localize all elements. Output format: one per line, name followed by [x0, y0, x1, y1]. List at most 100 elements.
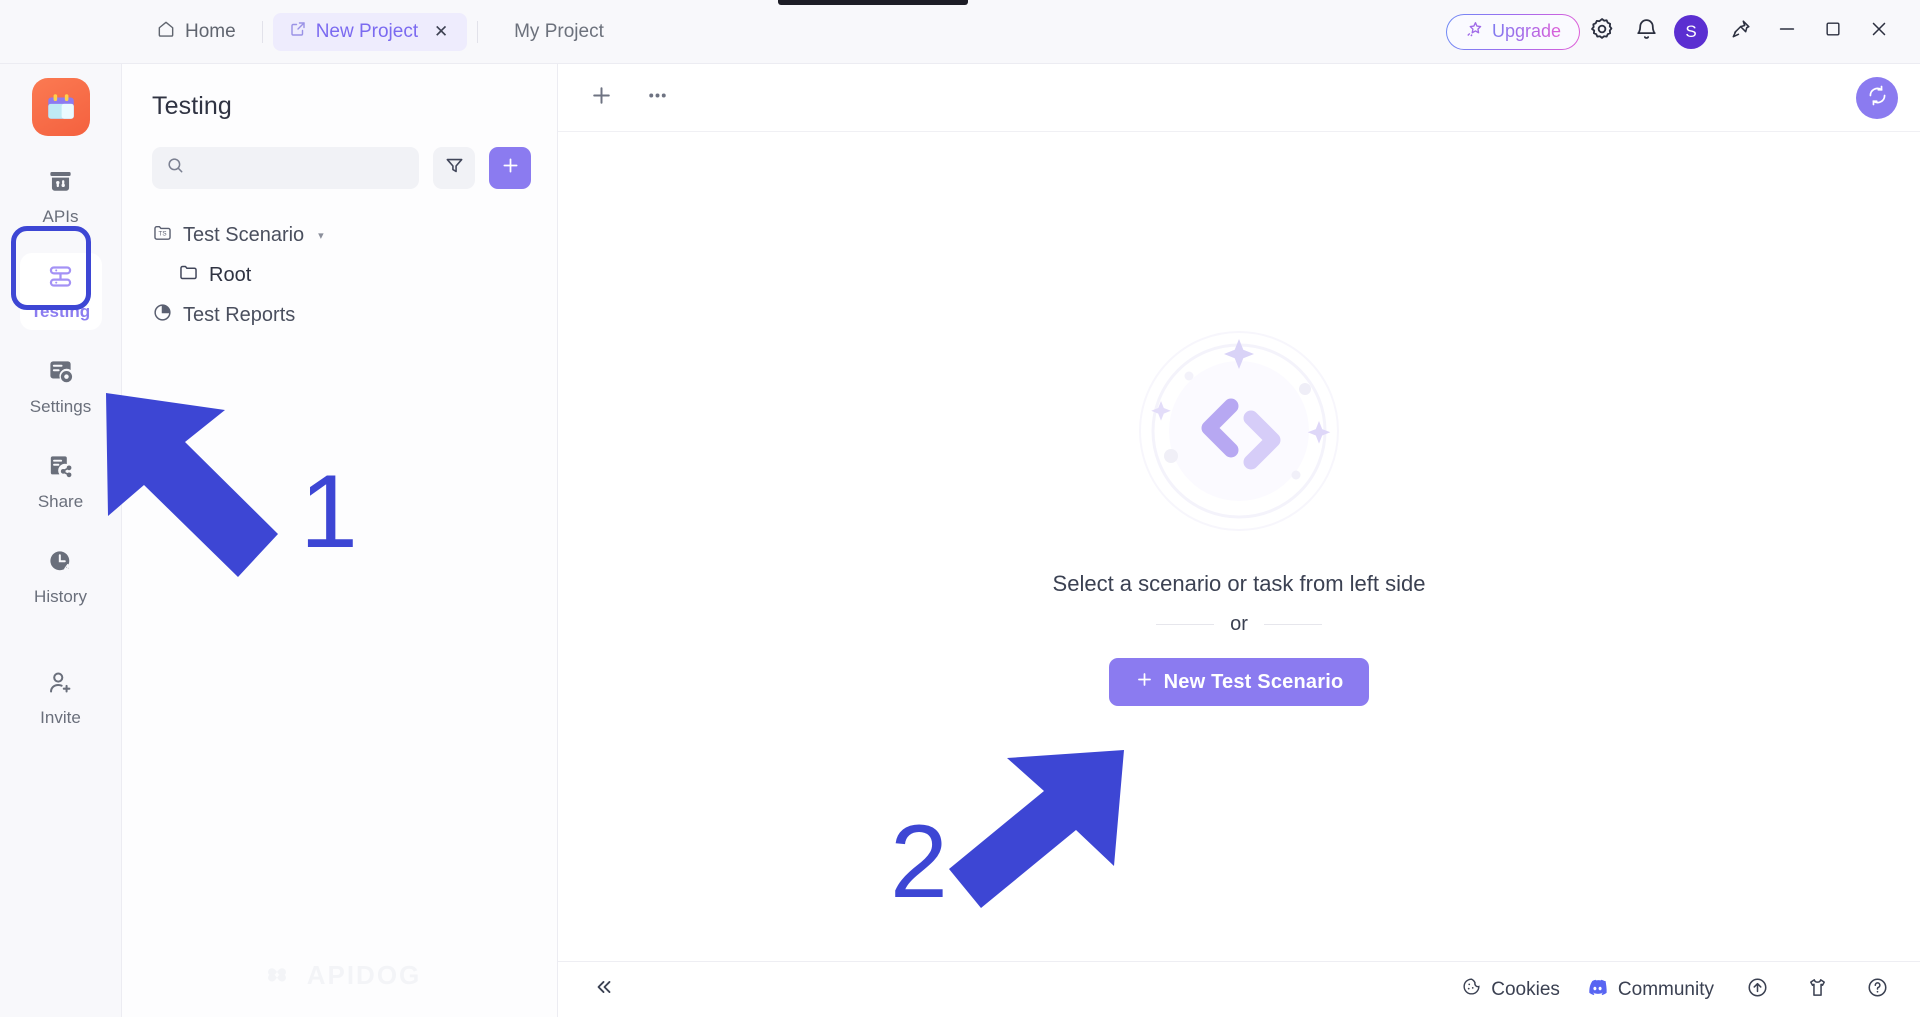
tshirt-icon: [1806, 976, 1829, 1004]
plus-icon: [589, 83, 614, 113]
collapse-panel-button[interactable]: [584, 972, 624, 1008]
community-button[interactable]: Community: [1586, 975, 1714, 1004]
search-input[interactable]: [195, 158, 405, 178]
apidog-watermark-label: APIDOG: [306, 959, 422, 990]
sync-button[interactable]: [1856, 76, 1898, 119]
cookies-label: Cookies: [1491, 978, 1560, 1000]
page-title: Testing: [152, 92, 232, 120]
main-add-button[interactable]: [580, 77, 622, 119]
svg-text:TS: TS: [158, 230, 166, 237]
minimize-icon: [1776, 18, 1798, 45]
search-box[interactable]: [152, 147, 419, 189]
rail-item-apis[interactable]: APIs: [20, 158, 102, 235]
magic-star-icon: [1465, 20, 1484, 44]
code-brackets-icon: [1139, 331, 1339, 531]
tree-item-test-reports-label: Test Reports: [183, 303, 296, 326]
chevron-down-icon[interactable]: ▾: [318, 229, 324, 242]
discord-icon: [1586, 975, 1609, 1004]
new-test-scenario-label: New Test Scenario: [1163, 670, 1344, 693]
tab-new-project-label: New Project: [315, 20, 419, 42]
settings-button[interactable]: [1580, 10, 1624, 54]
main-toolbar: [558, 64, 1920, 132]
upload-circle-button[interactable]: [1740, 973, 1774, 1007]
bell-icon: [1634, 17, 1659, 47]
test-scenario-icon: TS: [152, 222, 173, 249]
tree-item-root[interactable]: Root: [122, 255, 557, 295]
pin-icon: [1730, 18, 1752, 45]
question-circle-icon: [1866, 976, 1889, 1004]
chevron-double-left-icon: [593, 976, 615, 1004]
add-scenario-button[interactable]: [489, 147, 531, 189]
status-bar-actions: Cookies Community: [1461, 973, 1894, 1007]
testing-side-panel: Testing TS Test Scenario ▾ Root Test Rep…: [122, 64, 558, 1017]
filter-button[interactable]: [433, 147, 475, 189]
plus-icon: [500, 155, 521, 181]
minimize-button[interactable]: [1764, 10, 1810, 54]
window-drag-notch: [778, 0, 968, 5]
ellipsis-icon: [645, 83, 670, 113]
rail-item-testing[interactable]: Testing: [19, 253, 102, 330]
or-label: or: [1230, 613, 1248, 635]
or-divider: or: [1156, 613, 1322, 636]
tshirt-button[interactable]: [1800, 973, 1834, 1007]
left-rail: APIs Testing Settings Share History Invi…: [0, 64, 122, 1017]
tab-separator: [261, 20, 263, 43]
folder-icon: [178, 262, 199, 289]
status-bar: Cookies Community: [558, 961, 1920, 1017]
close-button[interactable]: [1856, 10, 1902, 54]
cookies-button[interactable]: Cookies: [1461, 976, 1560, 1003]
tree-item-test-reports[interactable]: Test Reports: [122, 295, 557, 335]
main-more-button[interactable]: [636, 77, 678, 119]
notifications-button[interactable]: [1624, 10, 1668, 54]
tab-home[interactable]: Home: [140, 13, 252, 51]
tree-item-test-scenario-label: Test Scenario: [183, 223, 305, 246]
rail-item-settings[interactable]: Settings: [20, 348, 102, 425]
share-icon: [47, 453, 74, 485]
rail-item-history-label: History: [34, 587, 87, 606]
tab-strip: Home New Project ✕ My Project: [0, 12, 604, 51]
community-label: Community: [1617, 978, 1714, 1000]
tree-item-root-label: Root: [209, 263, 252, 286]
help-button[interactable]: [1860, 973, 1894, 1007]
tab-new-project[interactable]: New Project ✕: [272, 12, 468, 51]
maximize-icon: [1823, 19, 1843, 44]
rail-item-apis-label: APIs: [42, 207, 79, 226]
tab-home-label: Home: [185, 20, 236, 42]
tree-item-test-scenario[interactable]: TS Test Scenario ▾: [122, 215, 557, 255]
app-window: Home New Project ✕ My Project Upgrade S …: [0, 0, 1920, 1017]
settings-icon: [47, 358, 74, 390]
title-bar: Home New Project ✕ My Project Upgrade S: [0, 0, 1920, 64]
external-link-icon: [289, 20, 307, 44]
upgrade-label: Upgrade: [1491, 21, 1561, 41]
rail-item-share[interactable]: Share: [20, 443, 102, 520]
pie-chart-icon: [152, 302, 173, 329]
cookie-icon: [1461, 976, 1482, 1003]
apidog-watermark: APIDOG: [122, 957, 558, 993]
gear-icon: [1589, 16, 1615, 47]
pin-button[interactable]: [1718, 10, 1764, 54]
empty-state: Select a scenario or task from left side…: [558, 132, 1920, 1017]
apidog-logo-mark: [267, 968, 286, 982]
close-icon: [1868, 18, 1890, 45]
rail-item-invite[interactable]: Invite: [20, 659, 102, 736]
project-name-label[interactable]: My Project: [514, 21, 604, 43]
maximize-button[interactable]: [1810, 10, 1856, 54]
rail-item-settings-label: Settings: [29, 397, 92, 416]
sync-icon: [1866, 84, 1889, 112]
rail-item-history[interactable]: History: [20, 538, 102, 615]
tab-separator-2: [477, 20, 479, 43]
empty-state-message: Select a scenario or task from left side: [1052, 571, 1426, 596]
home-icon: [156, 19, 176, 45]
new-test-scenario-button[interactable]: New Test Scenario: [1108, 658, 1370, 706]
apidog-calendar-logo[interactable]: [31, 78, 90, 136]
titlebar-actions: Upgrade S: [1446, 10, 1920, 54]
or-line-right: [1263, 624, 1322, 625]
upgrade-button[interactable]: Upgrade: [1446, 14, 1580, 50]
empty-state-art: [1109, 323, 1369, 553]
arrow-up-circle-icon: [1746, 976, 1769, 1004]
search-icon: [166, 156, 185, 180]
tab-close-icon[interactable]: ✕: [431, 22, 451, 42]
rail-item-invite-label: Invite: [40, 708, 81, 727]
testing-tree: TS Test Scenario ▾ Root Test Reports: [122, 189, 557, 335]
avatar[interactable]: S: [1674, 14, 1708, 49]
